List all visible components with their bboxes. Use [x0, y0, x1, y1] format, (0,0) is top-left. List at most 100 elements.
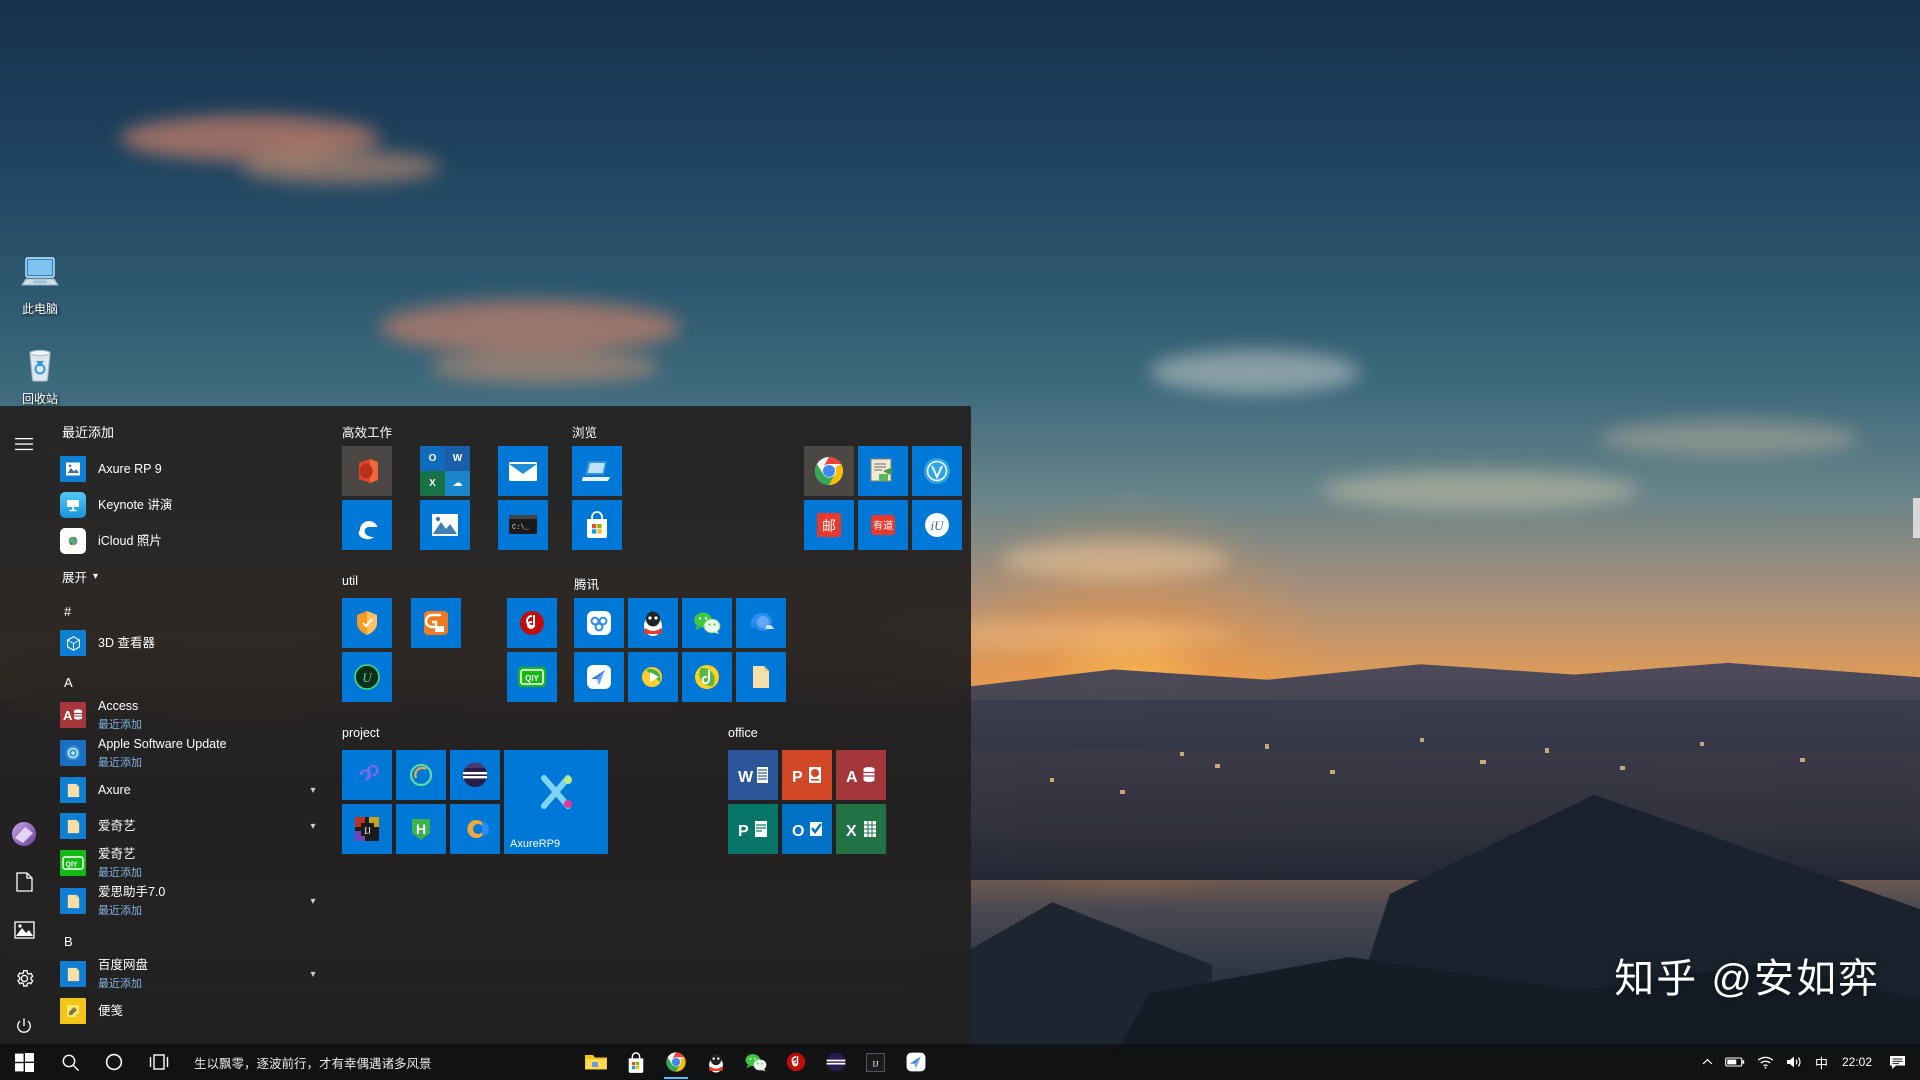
navicat-tile[interactable]	[450, 750, 500, 800]
list-item[interactable]: 爱奇艺 ▾	[48, 808, 324, 844]
infinity-tile[interactable]	[342, 750, 392, 800]
tile-group-title[interactable]	[804, 422, 962, 440]
tile-group-title[interactable]: 高效工作	[342, 422, 572, 440]
tile-area[interactable]: 高效工作 O W X ☁ C:\_ 浏览 邮 有道 iU util U QIY …	[324, 406, 984, 1058]
excel-tile[interactable]: X	[836, 804, 886, 854]
qq-music-tile[interactable]	[682, 652, 732, 702]
search-button[interactable]	[48, 1044, 92, 1080]
user-avatar-icon[interactable]	[0, 810, 48, 858]
powerpoint-tile[interactable]: P	[782, 750, 832, 800]
intellij-idea-taskbar-icon[interactable]: IJ	[856, 1044, 896, 1080]
chevron-down-icon[interactable]: ▾	[302, 821, 324, 832]
list-item[interactable]: QIY 爱奇艺 最近添加	[48, 844, 324, 882]
taskbar[interactable]: 生以飘零，逐波前行，才有幸偶遇诸多风景 IJ 中 22:02	[0, 1044, 1920, 1080]
wechat-tile[interactable]	[682, 598, 732, 648]
taskbar-pinned-apps[interactable]: IJ	[576, 1044, 936, 1080]
eclipse-tile[interactable]	[450, 804, 500, 854]
wechat-taskbar-icon[interactable]	[736, 1044, 776, 1080]
uu-booster-tile[interactable]: U	[342, 652, 392, 702]
list-item[interactable]: Axure RP 9	[48, 451, 324, 487]
file-explorer-taskbar-icon[interactable]	[576, 1044, 616, 1080]
gif-recorder-tile[interactable]	[410, 598, 461, 648]
iu-tile[interactable]: iU	[912, 500, 962, 550]
notification-icon[interactable]	[1880, 1044, 1914, 1080]
postman-tile[interactable]	[396, 750, 446, 800]
tile-group-title[interactable]: 浏览	[572, 422, 692, 440]
chevron-down-icon[interactable]: ▾	[302, 785, 324, 796]
tile-group-title[interactable]: 腾讯	[574, 574, 786, 592]
news-ticker-text[interactable]: 生以飘零，逐波前行，才有幸偶遇诸多风景	[182, 1053, 444, 1072]
outlook-tile[interactable]: O	[782, 804, 832, 854]
list-section-letter[interactable]: A	[48, 661, 324, 696]
hamburger-icon[interactable]	[0, 420, 48, 468]
hbuilder-tile[interactable]: H	[396, 804, 446, 854]
v2ray-tile[interactable]	[912, 446, 962, 496]
snipaste-tile[interactable]	[858, 446, 908, 496]
netease-music-taskbar-icon[interactable]	[776, 1044, 816, 1080]
remote-desktop-tile[interactable]	[572, 446, 622, 496]
qq-tile[interactable]	[628, 598, 678, 648]
chrome-tile[interactable]	[804, 446, 854, 496]
list-item[interactable]: Apple Software Update 最近添加	[48, 734, 324, 772]
iqiyi-tile[interactable]: QIY	[507, 652, 558, 702]
list-section-letter[interactable]: B	[48, 920, 324, 955]
pictures-icon[interactable]	[0, 906, 48, 954]
list-item[interactable]: A Access 最近添加	[48, 696, 324, 734]
settings-gear-icon[interactable]	[0, 954, 48, 1002]
task-view-button[interactable]	[136, 1044, 182, 1080]
security-shield-tile[interactable]	[342, 598, 392, 648]
tencent-docs-tile[interactable]	[574, 598, 624, 648]
tile-group-title[interactable]: util	[342, 574, 572, 592]
chrome-taskbar-icon[interactable]	[656, 1044, 696, 1080]
list-item[interactable]: 3D 查看器	[48, 625, 324, 661]
access-tile[interactable]: A	[836, 750, 886, 800]
desktop-icon-recycle-bin[interactable]: 回收站	[2, 345, 78, 407]
start-menu-rail[interactable]	[0, 406, 48, 1058]
power-icon[interactable]	[0, 1002, 48, 1050]
list-section-letter[interactable]: #	[48, 590, 324, 625]
desktop-icon-this-pc[interactable]: 此电脑	[2, 255, 78, 317]
app-list[interactable]: 最近添加 Axure RP 9 Keynote 讲演 iCloud 照片 展开 …	[48, 406, 324, 1058]
qq-taskbar-icon[interactable]	[696, 1044, 736, 1080]
navicat-taskbar-icon[interactable]	[816, 1044, 856, 1080]
start-menu[interactable]: 最近添加 Axure RP 9 Keynote 讲演 iCloud 照片 展开 …	[0, 406, 971, 1058]
youdao-dict-tile[interactable]: 有道	[858, 500, 908, 550]
expand-recently-added-button[interactable]: 展开 ▾	[48, 559, 324, 590]
chevron-down-icon[interactable]: ▾	[302, 969, 324, 980]
start-button[interactable]	[0, 1044, 48, 1080]
edge-scrollbar[interactable]	[1913, 498, 1920, 538]
chevron-down-icon[interactable]: ▾	[302, 896, 324, 907]
photos-tile[interactable]	[420, 500, 470, 550]
list-item[interactable]: Keynote 讲演	[48, 487, 324, 523]
clock[interactable]: 22:02	[1834, 1055, 1880, 1069]
command-prompt-tile[interactable]: C:\_	[498, 500, 548, 550]
tile-group-title[interactable]: office	[728, 726, 886, 744]
wifi-icon[interactable]	[1751, 1044, 1780, 1080]
list-item[interactable]: 百度网盘 最近添加 ▾	[48, 955, 324, 993]
office-tile[interactable]	[342, 446, 392, 496]
tencent-folder-tile[interactable]	[736, 652, 786, 702]
list-item[interactable]: Axure ▾	[48, 772, 324, 808]
edge-tile[interactable]	[342, 500, 392, 550]
mail-tile[interactable]	[498, 446, 548, 496]
volume-icon[interactable]	[1780, 1044, 1809, 1080]
list-item[interactable]: iCloud 照片	[48, 523, 324, 559]
microsoft-store-taskbar-icon[interactable]	[616, 1044, 656, 1080]
list-item[interactable]: 爱思助手7.0 最近添加 ▾	[48, 882, 324, 920]
youdao-mail-tile[interactable]: 邮	[804, 500, 854, 550]
battery-icon[interactable]	[1719, 1044, 1751, 1080]
word-tile[interactable]: W	[728, 750, 778, 800]
ime-indicator[interactable]: 中	[1809, 1044, 1834, 1080]
tray-chevron-up-icon[interactable]	[1696, 1044, 1719, 1080]
intellij-idea-tile[interactable]: IJ	[342, 804, 392, 854]
documents-icon[interactable]	[0, 858, 48, 906]
cortana-icon[interactable]	[92, 1044, 136, 1080]
tile-group-title[interactable]: project	[342, 726, 672, 744]
tencent-meeting-taskbar-icon[interactable]	[896, 1044, 936, 1080]
qq-browser-tile[interactable]	[736, 598, 786, 648]
tencent-meeting-tile[interactable]	[574, 652, 624, 702]
netease-music-tile[interactable]	[507, 598, 558, 648]
system-tray[interactable]: 中 22:02	[1696, 1044, 1920, 1080]
publisher-tile[interactable]: P	[728, 804, 778, 854]
axure-rp9-big-tile[interactable]: AxureRP9	[504, 750, 608, 854]
